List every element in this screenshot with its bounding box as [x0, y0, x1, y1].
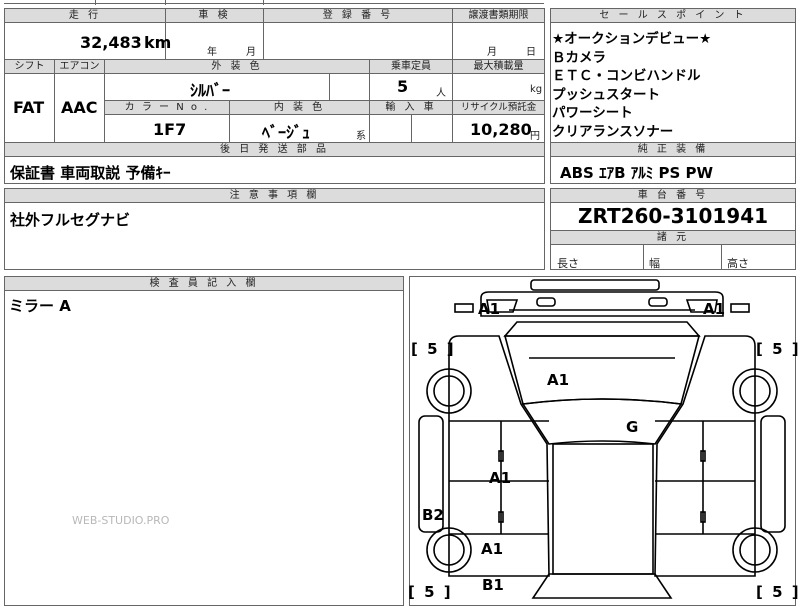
- divider: [263, 8, 264, 60]
- divider: [369, 100, 370, 143]
- recycle-unit: 円: [530, 131, 540, 142]
- width-label: 幅: [649, 257, 660, 270]
- interior-color-value: ﾍﾞｰｼﾞｭ: [262, 123, 311, 142]
- header-registration: 登 録 番 号: [264, 9, 452, 22]
- notes-value: 社外フルセグナビ: [10, 211, 131, 229]
- top-cutoff-row: [4, 0, 544, 4]
- divider: [5, 156, 545, 157]
- divider: [263, 0, 264, 5]
- header-genuine-equipment: 純 正 装 備: [551, 143, 795, 156]
- divider: [5, 73, 545, 74]
- divider: [229, 100, 230, 143]
- selling-points-list: ★オークションデビュー★ Ｂカメラ ＥＴＣ・コンビハンドル プッシュスタート パ…: [552, 30, 796, 141]
- interior-suffix: 系: [356, 131, 366, 142]
- divider: [551, 244, 796, 245]
- tire-depth-left-bottom: [ 5 ]: [408, 583, 453, 601]
- damage-left-rear-fender: B2: [422, 506, 444, 524]
- divider: [5, 202, 545, 203]
- header-interior-color: 内 装 色: [230, 101, 369, 114]
- deadline-month-unit: 月: [487, 47, 497, 58]
- header-selling-points: セ ー ル ス ポ イ ン ト: [551, 9, 795, 22]
- selling-point: Ｂカメラ: [552, 49, 606, 66]
- capacity-value: 5: [397, 77, 409, 96]
- divider: [551, 22, 796, 23]
- capacity-unit: 人: [436, 88, 446, 99]
- header-color-no: カ ラ ー N o .: [105, 101, 229, 114]
- length-label: 長さ: [557, 257, 579, 270]
- mileage-value: 32,483: [80, 33, 142, 52]
- header-recycle: リサイクル預託金: [453, 101, 544, 114]
- selling-point: パワーシート: [552, 105, 633, 121]
- aircon-value: AAC: [61, 98, 98, 117]
- damage-rear-left: B1: [482, 576, 504, 594]
- damage-left-rear: A1: [481, 540, 504, 558]
- header-later-parts: 後 日 発 送 部 品: [5, 143, 544, 156]
- divider: [329, 73, 330, 100]
- color-no-value: 1F7: [153, 120, 187, 139]
- header-chassis-no: 車 台 番 号: [551, 189, 795, 202]
- divider: [5, 290, 404, 291]
- genuine-equipment-value: ABS ｴｱB ｱﾙﾐ PS PW: [560, 164, 714, 182]
- tire-depth-right-bottom: [ 5 ]: [756, 583, 800, 601]
- divider: [104, 114, 545, 115]
- divider: [452, 8, 453, 60]
- inspection-year-unit: 年: [207, 47, 217, 58]
- divider: [54, 59, 55, 143]
- recycle-fee-value: 10,280: [470, 120, 532, 139]
- inspector-note: ミラー A: [9, 297, 71, 315]
- divider: [95, 0, 96, 5]
- divider: [369, 59, 370, 100]
- header-dimensions: 諸 元: [551, 231, 795, 244]
- tire-depth-left-top: [ 5 ]: [411, 340, 456, 358]
- header-shift: シフト: [5, 60, 54, 73]
- inspection-month-unit: 月: [246, 47, 256, 58]
- watermark: WEB-STUDIO.PRO: [72, 514, 170, 527]
- damage-front-left: A1: [478, 300, 501, 318]
- chassis-no-value: ZRT260-3101941: [577, 204, 769, 228]
- divider: [5, 22, 545, 23]
- damage-left-door: A1: [489, 469, 512, 487]
- damage-windshield: G: [626, 418, 639, 436]
- header-notes: 注 意 事 項 欄: [5, 189, 544, 202]
- damage-hood: A1: [547, 371, 570, 389]
- tire-depth-right-top: [ 5 ]: [756, 340, 800, 358]
- load-unit: kg: [530, 84, 543, 95]
- mileage-unit: km: [144, 33, 172, 52]
- damage-front-right: A1: [703, 300, 726, 318]
- header-aircon: エアコン: [55, 60, 104, 73]
- exterior-color-value: ｼﾙﾊﾞｰ: [190, 81, 231, 100]
- selling-point: ★オークションデビュー★: [552, 31, 712, 47]
- header-mileage: 走 行: [5, 9, 165, 22]
- header-inspector: 検 査 員 記 入 欄: [5, 277, 403, 290]
- car-diagram: [418, 279, 786, 599]
- selling-point: プッシュスタート: [552, 86, 660, 103]
- divider: [551, 202, 796, 203]
- selling-point: ＥＴＣ・コンビハンドル: [552, 68, 701, 84]
- height-label: 高さ: [727, 257, 749, 270]
- divider: [721, 244, 722, 270]
- inspector-box: [4, 276, 404, 606]
- header-capacity: 乗車定員: [370, 60, 452, 73]
- header-max-load: 最大積載量: [453, 60, 544, 73]
- divider: [551, 156, 796, 157]
- header-transfer-deadline: 譲渡書類期限: [453, 9, 544, 22]
- header-import: 輸 入 車: [370, 101, 452, 114]
- later-parts-value: 保証書 車両取説 予備ｷｰ: [10, 164, 171, 182]
- divider: [411, 114, 412, 143]
- selling-point: クリアランスソナー: [552, 123, 674, 140]
- header-exterior-color: 外 装 色: [105, 60, 369, 73]
- shift-value: FAT: [13, 98, 45, 117]
- divider: [643, 244, 644, 270]
- divider: [165, 0, 166, 5]
- deadline-day-unit: 日: [526, 47, 536, 58]
- header-inspection: 車 検: [166, 9, 263, 22]
